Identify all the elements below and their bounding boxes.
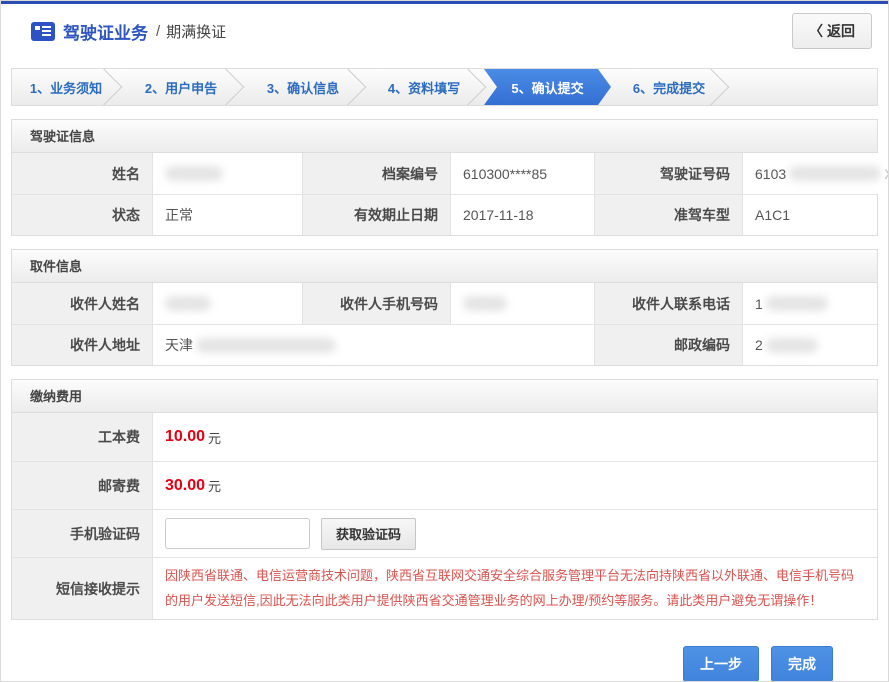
tab-step-3[interactable]: 3、确认信息 — [242, 69, 364, 105]
field-label: 工本费 — [12, 413, 152, 461]
sms-notice-row: 因陕西省联通、电信运营商技术问题，陕西省互联网交通安全综合服务管理平台无法向持陕… — [152, 557, 877, 619]
fee-unit: 元 — [208, 428, 221, 447]
sms-notice-text: 因陕西省联通、电信运营商技术问题，陕西省互联网交通安全综合服务管理平台无法向持陕… — [165, 564, 865, 613]
section-pickup-info: 取件信息 收件人姓名 收件人手机号码 收件人联系电话 1 收件人地址 天津 邮政… — [11, 249, 878, 366]
field-value-name — [152, 153, 302, 194]
field-value-production-fee: 10.00元 — [152, 413, 877, 461]
field-label: 收件人手机号码 — [302, 283, 450, 324]
field-value-address: 天津 — [152, 324, 594, 365]
field-label: 姓名 — [12, 153, 152, 194]
verification-code-row: 获取验证码 — [152, 509, 877, 557]
table-row: 状态 正常 有效期止日期 2017-11-18 准驾车型 A1C1 — [12, 194, 877, 235]
field-value-postal-code: 2 — [742, 324, 877, 365]
finish-button[interactable]: 完成 — [771, 646, 833, 682]
field-label: 驾驶证号码 — [594, 153, 742, 194]
verification-code-input[interactable] — [165, 518, 310, 549]
section-title: 驾驶证信息 — [12, 120, 877, 153]
redacted-value — [789, 166, 881, 181]
get-code-button[interactable]: 获取验证码 — [321, 518, 416, 550]
tab-step-6[interactable]: 6、完成提交 — [611, 69, 727, 105]
breadcrumb-separator: / — [156, 23, 160, 40]
field-label: 收件人地址 — [12, 324, 152, 365]
table-row: 收件人姓名 收件人手机号码 收件人联系电话 1 — [12, 283, 877, 324]
tabs-filler — [727, 69, 877, 105]
tab-step-2[interactable]: 2、用户申告 — [120, 69, 242, 105]
fee-amount: 30.00 — [165, 477, 205, 495]
tab-step-1[interactable]: 1、业务须知 — [12, 69, 120, 105]
table-row: 收件人地址 天津 邮政编码 2 — [12, 324, 877, 365]
table-row: 姓名 档案编号 610300****85 驾驶证号码 6103 X — [12, 153, 877, 194]
field-label: 邮政编码 — [594, 324, 742, 365]
redacted-value — [196, 338, 336, 353]
section-title: 取件信息 — [12, 250, 877, 283]
tab-step-4[interactable]: 4、资料填写 — [364, 69, 484, 105]
section-fees: 缴纳费用 工本费 10.00元 邮寄费 30.00元 手机验证码 获取验证码 短… — [11, 379, 878, 620]
field-value-file-number: 610300****85 — [450, 153, 594, 194]
fee-unit: 元 — [208, 476, 221, 495]
table-row: 短信接收提示 因陕西省联通、电信运营商技术问题，陕西省互联网交通安全综合服务管理… — [12, 557, 877, 619]
step-progress-bar: 1、业务须知 2、用户申告 3、确认信息 4、资料填写 5、确认提交 6、完成提… — [11, 68, 878, 106]
tab-step-5-active[interactable]: 5、确认提交 — [484, 69, 611, 105]
page: 驾驶证业务 / 期满换证 〈 返回 1、业务须知 2、用户申告 3、确认信息 4… — [0, 0, 889, 682]
field-value-license-number: 6103 X — [742, 153, 889, 194]
field-value-recipient-name — [152, 283, 302, 324]
chevron-left-icon: 〈 — [809, 21, 823, 41]
redacted-value — [766, 338, 818, 353]
field-label: 邮寄费 — [12, 461, 152, 509]
breadcrumb-current: 期满换证 — [166, 21, 226, 42]
field-value-recipient-phone: 1 — [742, 283, 877, 324]
redacted-value — [165, 166, 223, 181]
list-card-icon — [31, 22, 55, 41]
field-value-recipient-mobile — [450, 283, 594, 324]
fee-amount: 10.00 — [165, 428, 205, 446]
field-label: 有效期止日期 — [302, 194, 450, 235]
previous-step-button[interactable]: 上一步 — [683, 646, 759, 682]
page-header: 驾驶证业务 / 期满换证 〈 返回 — [1, 4, 888, 58]
field-label: 准驾车型 — [594, 194, 742, 235]
page-title: 驾驶证业务 — [63, 19, 148, 44]
field-value-status: 正常 — [152, 194, 302, 235]
field-value-postage-fee: 30.00元 — [152, 461, 877, 509]
field-value-expiry-date: 2017-11-18 — [450, 194, 594, 235]
table-row: 手机验证码 获取验证码 — [12, 509, 877, 557]
table-row: 邮寄费 30.00元 — [12, 461, 877, 509]
field-label: 收件人联系电话 — [594, 283, 742, 324]
back-button-label: 返回 — [827, 21, 855, 41]
footer-actions: 上一步 完成 — [1, 646, 833, 682]
section-license-info: 驾驶证信息 姓名 档案编号 610300****85 驾驶证号码 6103 X … — [11, 119, 878, 236]
back-button[interactable]: 〈 返回 — [792, 13, 872, 49]
redacted-value — [165, 296, 211, 311]
redacted-value — [463, 296, 507, 311]
table-row: 工本费 10.00元 — [12, 413, 877, 461]
field-label: 状态 — [12, 194, 152, 235]
redacted-value — [766, 296, 828, 311]
field-label: 收件人姓名 — [12, 283, 152, 324]
field-label: 手机验证码 — [12, 509, 152, 557]
section-title: 缴纳费用 — [12, 380, 877, 413]
field-label: 短信接收提示 — [12, 557, 152, 619]
field-value-vehicle-class: A1C1 — [742, 194, 877, 235]
field-label: 档案编号 — [302, 153, 450, 194]
